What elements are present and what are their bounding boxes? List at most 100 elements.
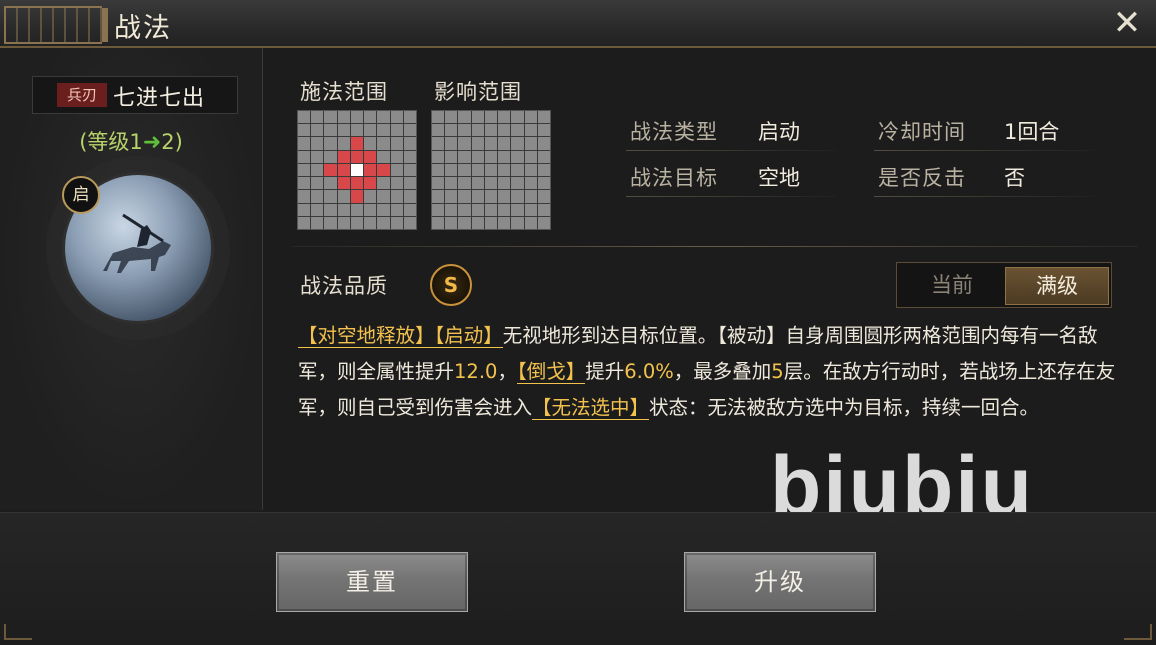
range-cell [484, 203, 498, 216]
reset-button[interactable]: 重置 [276, 552, 468, 612]
skill-name-box: 兵刃 七进七出 [32, 76, 238, 114]
range-cell [524, 216, 537, 229]
skill-description: 【对空地释放】【启动】无视地形到达目标位置。【被动】自身周围圆形两格范围内每有一… [298, 318, 1134, 426]
range-cell [458, 177, 471, 190]
keyword-defect[interactable]: 【倒戈】 [516, 360, 586, 384]
upgrade-button[interactable]: 升级 [684, 552, 876, 612]
range-cell [537, 177, 550, 190]
range-cell [337, 124, 350, 137]
range-cell [511, 163, 524, 177]
range-cell [337, 150, 350, 163]
range-cell [311, 203, 324, 216]
range-cell [445, 163, 458, 177]
level-to: 2) [161, 130, 183, 154]
range-cell [458, 190, 471, 203]
range-cell [337, 163, 350, 177]
range-cell [432, 137, 445, 150]
range-cell [432, 163, 445, 177]
range-cell [350, 190, 364, 203]
range-cell [390, 150, 403, 163]
range-cell [458, 203, 471, 216]
range-cell [324, 190, 337, 203]
cast-range-label: 施法范围 [300, 80, 388, 104]
divider-line [874, 196, 1094, 197]
divider-line [626, 196, 836, 197]
range-cell [377, 163, 390, 177]
range-cell [471, 216, 484, 229]
range-cell [403, 203, 416, 216]
range-cell [350, 150, 364, 163]
range-cell [350, 124, 364, 137]
quality-grade-badge: S [430, 264, 472, 306]
toggle-current-level[interactable]: 当前 [901, 267, 1003, 303]
range-cell [471, 190, 484, 203]
range-cell [458, 137, 471, 150]
range-cell [324, 111, 337, 124]
range-cell [364, 150, 377, 163]
range-cell [337, 137, 350, 150]
range-cell [324, 137, 337, 150]
skill-quality-label: 战法品质 [300, 274, 388, 298]
range-cell [537, 111, 550, 124]
skill-name: 七进七出 [113, 86, 206, 111]
range-cell [324, 177, 337, 190]
description-text: 状态：无法被敌方选中为目标，持续一回合。 [649, 396, 1040, 419]
section-divider [292, 246, 1138, 247]
range-cell [432, 203, 445, 216]
cooldown-label: 冷却时间 [878, 120, 966, 144]
range-cell [337, 111, 350, 124]
range-cell [324, 216, 337, 229]
range-cell [498, 216, 511, 229]
range-cell [498, 111, 511, 124]
effect-range-grid [431, 110, 551, 230]
weapon-type-tag: 兵刃 [57, 83, 107, 107]
range-cell [484, 111, 498, 124]
range-cell [445, 111, 458, 124]
range-cell [445, 124, 458, 137]
range-cell [364, 216, 377, 229]
range-cell [524, 150, 537, 163]
range-cell [311, 177, 324, 190]
corner-ornament [4, 624, 32, 640]
counterattack-label: 是否反击 [878, 166, 966, 190]
range-cell [403, 163, 416, 177]
range-cell [524, 163, 537, 177]
range-cell [511, 190, 524, 203]
range-cell [324, 124, 337, 137]
range-cell [403, 137, 416, 150]
range-cell [403, 111, 416, 124]
range-cell [311, 124, 324, 137]
range-cell [364, 203, 377, 216]
window-title: 战法 [114, 13, 172, 44]
range-cell [377, 137, 390, 150]
range-cell [537, 216, 550, 229]
skill-target-value: 空地 [758, 166, 800, 190]
effect-range-label: 影响范围 [434, 80, 522, 104]
range-cell [350, 216, 364, 229]
range-cell [350, 203, 364, 216]
range-cell [498, 137, 511, 150]
description-text: 提升 [585, 360, 625, 383]
range-cell [337, 177, 350, 190]
range-cell [445, 177, 458, 190]
arrow-right-icon: ➜ [142, 130, 162, 155]
range-cell [511, 177, 524, 190]
toggle-max-level[interactable]: 满级 [1005, 267, 1109, 305]
keyword-active: 【启动】 [434, 324, 503, 348]
range-cell [471, 137, 484, 150]
range-cell [471, 150, 484, 163]
description-number: 6.0% [624, 360, 674, 383]
range-cell [377, 124, 390, 137]
keyword-untargetable[interactable]: 【无法选中】 [532, 396, 650, 420]
range-cell [524, 177, 537, 190]
range-cell [432, 124, 445, 137]
range-cell [524, 111, 537, 124]
range-cell [390, 163, 403, 177]
range-cell [537, 163, 550, 177]
description-text: ， [497, 360, 517, 383]
range-cell [298, 137, 311, 150]
close-icon[interactable]: ✕ [1110, 6, 1144, 40]
range-cell [432, 190, 445, 203]
range-cell [364, 177, 377, 190]
range-cell [484, 163, 498, 177]
